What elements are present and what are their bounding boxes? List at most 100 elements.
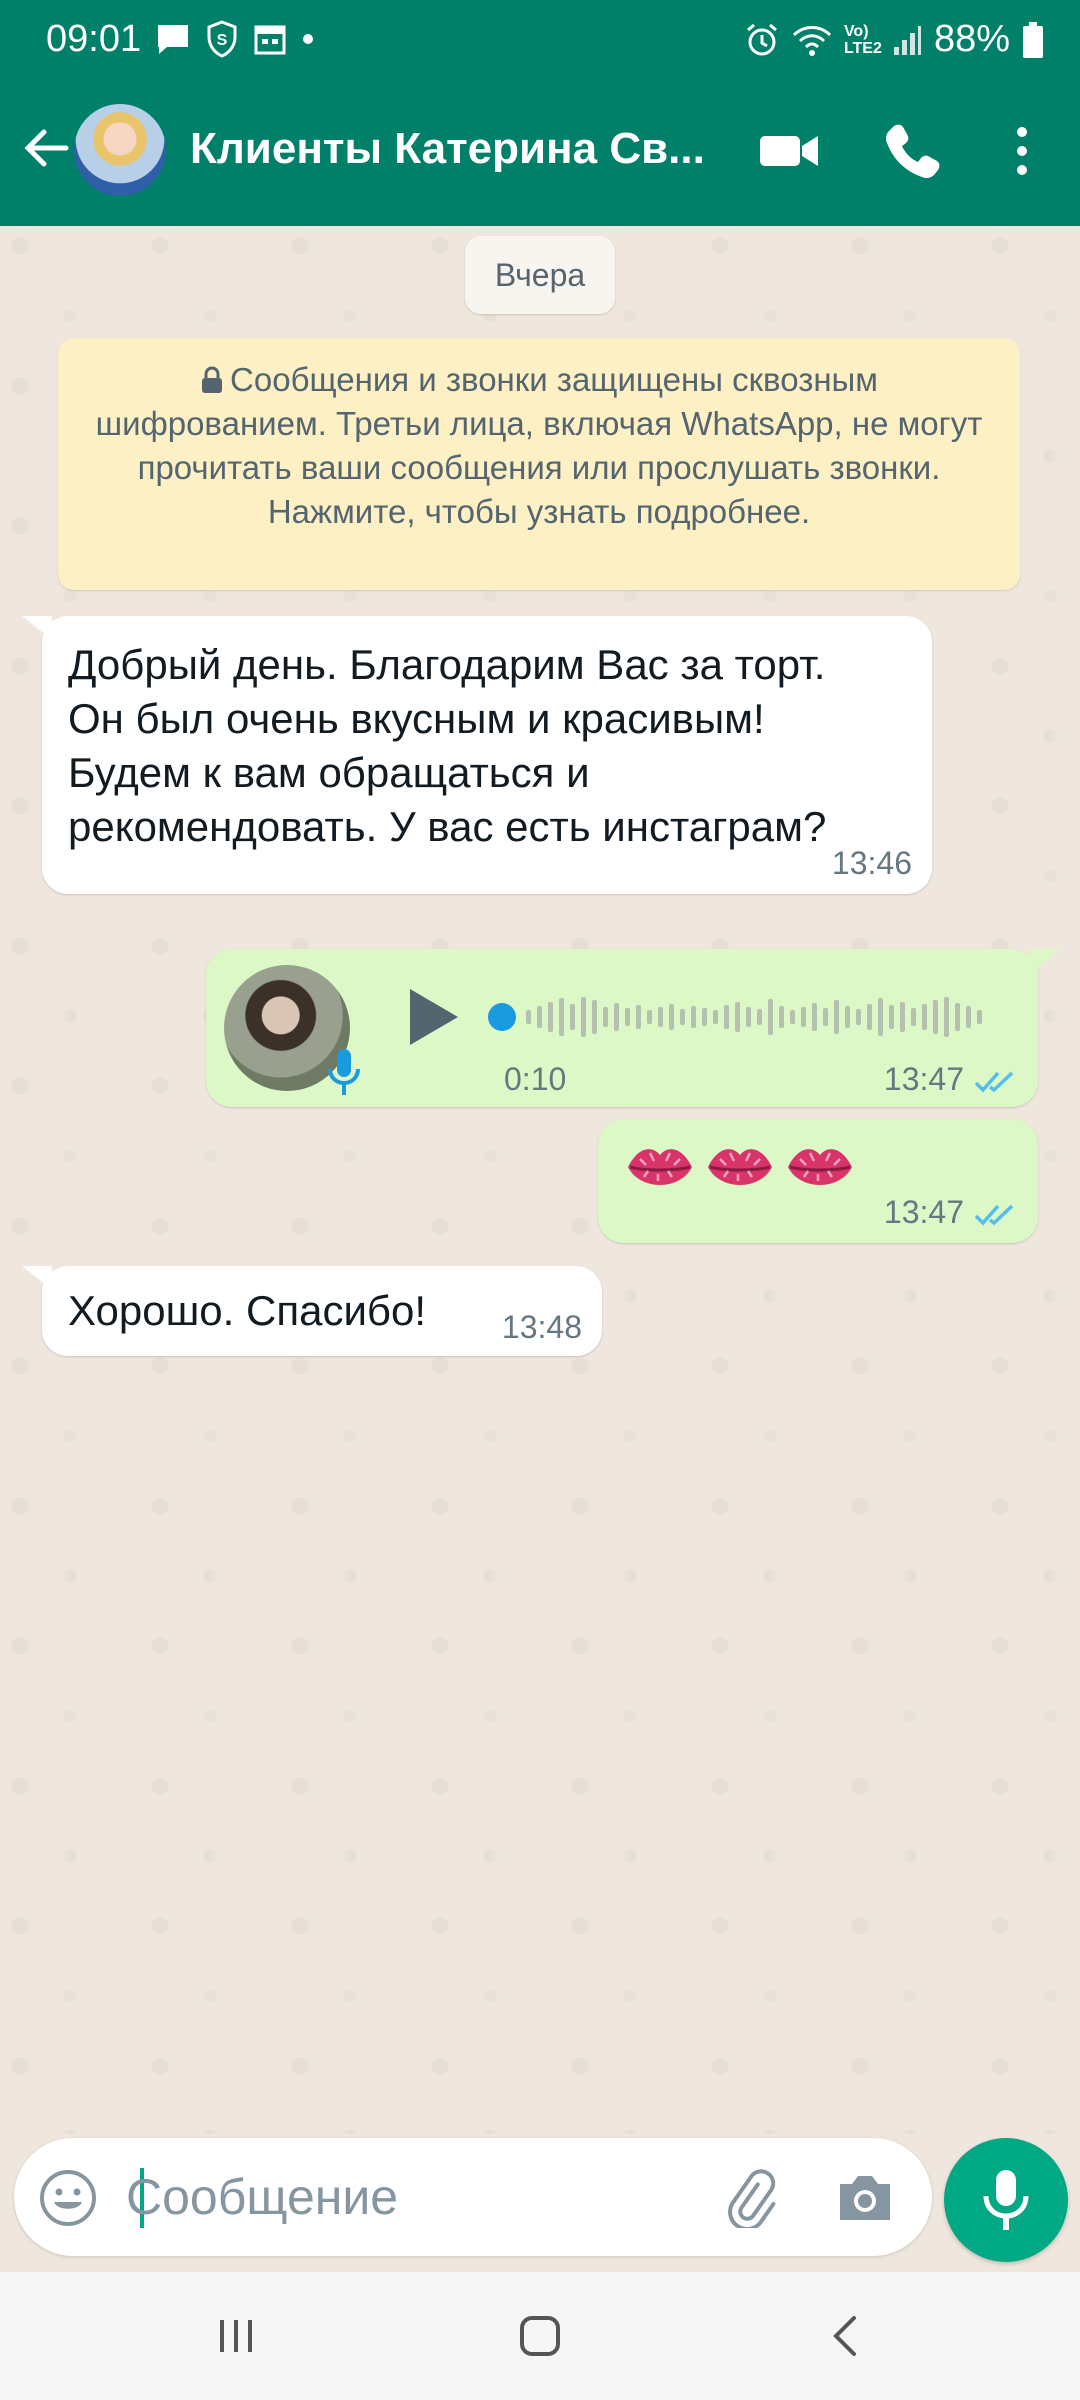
status-right-icons: Vo) LTE2 88% — [744, 18, 1044, 61]
play-icon[interactable] — [402, 985, 462, 1049]
waveform-bar — [526, 1010, 531, 1024]
waveform-bar — [823, 1008, 828, 1026]
message-meta: 13:47 — [884, 1061, 1018, 1098]
message-time: 13:47 — [883, 1061, 964, 1097]
waveform-bar — [559, 998, 564, 1036]
recent-apps-icon[interactable] — [214, 2316, 258, 2356]
status-bar: 09:01 S Vo) LTE2 88% — [0, 0, 1080, 80]
bubble-tail-in — [22, 1266, 52, 1290]
attach-icon[interactable] — [720, 2168, 780, 2228]
waveform-bar — [647, 1010, 652, 1024]
wifi-icon — [792, 25, 831, 56]
status-left-icons: S — [155, 20, 315, 58]
waveform-bar — [845, 1006, 850, 1028]
kiss-lips-icon — [788, 1149, 852, 1185]
waveform-bar — [713, 1010, 718, 1024]
waveform-bar — [768, 999, 773, 1035]
contact-name[interactable]: Клиенты Катерина Св... — [190, 124, 710, 174]
emoji-row — [624, 1139, 856, 1199]
waveform-bar — [570, 1004, 575, 1030]
message-text: Хорошо. Спасибо! — [68, 1287, 426, 1334]
encryption-notice[interactable]: Сообщения и звонки защищены сквозным шиф… — [58, 338, 1020, 590]
waveform-bar — [757, 1009, 762, 1025]
waveform[interactable] — [486, 989, 1006, 1045]
message-text: Добрый день. Благодарим Вас за торт. Он … — [68, 641, 827, 850]
encryption-notice-text: Сообщения и звонки защищены сквозным шиф… — [95, 361, 983, 530]
incoming-message[interactable]: Хорошо. Спасибо! 13:48 — [42, 1266, 602, 1356]
voice-message[interactable]: 0:10 13:47 — [206, 949, 1038, 1107]
message-time: 13:48 — [501, 1309, 582, 1345]
waveform-bar — [680, 1009, 685, 1025]
emoji-icon[interactable] — [38, 2168, 98, 2228]
waveform-bar — [944, 997, 949, 1037]
top-bar: 09:01 S Vo) LTE2 88% Клиенты Катерина Св… — [0, 0, 1080, 226]
waveform-bar — [592, 1000, 597, 1034]
waveform-bar — [724, 1005, 729, 1029]
waveform-bar — [977, 1010, 982, 1024]
voice-record-button[interactable] — [944, 2138, 1068, 2262]
waveform-bar — [900, 1002, 905, 1032]
waveform-bar — [856, 1009, 861, 1025]
date-separator: Вчера — [465, 236, 615, 314]
waveform-bar — [702, 1008, 707, 1026]
chat-area[interactable]: Вчера Сообщения и звонки защищены сквозн… — [0, 226, 1080, 2134]
battery-icon — [1023, 21, 1043, 58]
phone-call-icon[interactable] — [880, 118, 946, 184]
message-input[interactable]: Сообщение — [126, 2168, 398, 2226]
emoji-message[interactable]: 13:47 — [598, 1119, 1038, 1243]
calendar-icon — [254, 25, 286, 55]
shield-s-icon: S — [207, 20, 237, 58]
more-vert-icon[interactable] — [1002, 118, 1068, 184]
mic-badge-icon — [328, 1049, 360, 1095]
waveform-bar — [779, 1006, 784, 1028]
waveform-bar — [922, 1004, 927, 1030]
kiss-lips-icon — [708, 1149, 772, 1185]
status-time: 09:01 — [46, 18, 142, 60]
back-arrow-icon[interactable] — [18, 120, 74, 176]
waveform-bar — [581, 997, 586, 1037]
system-nav-bar — [0, 2272, 1080, 2400]
signal-icon — [893, 25, 921, 55]
message-time: 13:47 — [883, 1194, 964, 1230]
waveform-bar — [691, 1006, 696, 1028]
camera-icon[interactable] — [834, 2168, 896, 2228]
home-icon[interactable] — [516, 2312, 564, 2360]
message-meta: 13:47 — [884, 1194, 1018, 1231]
waveform-bar — [636, 1005, 641, 1029]
message-composer[interactable]: Сообщение — [14, 2138, 932, 2256]
dot-icon — [303, 34, 313, 44]
waveform-bar — [603, 1007, 608, 1027]
network-label: Vo) LTE2 — [843, 22, 882, 57]
waveform-bar — [746, 1007, 751, 1027]
alarm-icon — [746, 23, 777, 55]
incoming-message[interactable]: Добрый день. Благодарим Вас за торт. Он … — [42, 616, 932, 894]
app-bar: Клиенты Катерина Св... — [0, 80, 1080, 226]
waveform-bar — [812, 1003, 817, 1031]
waveform-bar — [614, 1003, 619, 1031]
waveform-bar — [669, 1004, 674, 1030]
waveform-bar — [658, 1007, 663, 1027]
read-ticks-icon — [974, 1204, 1014, 1226]
back-nav-icon[interactable] — [826, 2314, 866, 2358]
waveform-bar — [933, 1000, 938, 1034]
svg-text:S: S — [217, 32, 228, 49]
bubble-tail-in — [22, 616, 52, 640]
waveform-bar — [878, 998, 883, 1036]
kiss-lips-icon — [628, 1149, 692, 1185]
contact-avatar[interactable] — [74, 104, 166, 196]
waveform-bar — [537, 1006, 542, 1028]
message-icon — [158, 25, 188, 54]
waveform-bar — [548, 1002, 553, 1032]
waveform-bar — [735, 1002, 740, 1032]
battery-percent: 88% — [933, 18, 1010, 60]
video-call-icon[interactable] — [756, 118, 822, 184]
waveform-bar — [801, 1007, 806, 1027]
lock-icon — [202, 366, 223, 393]
bubble-tail-out — [1030, 949, 1060, 973]
waveform-bar — [955, 1003, 960, 1031]
waveform-bar — [867, 1004, 872, 1030]
waveform-bar — [889, 1005, 894, 1029]
waveform-bar — [625, 1008, 630, 1026]
message-time: 13:46 — [831, 845, 912, 881]
read-ticks-icon — [974, 1071, 1014, 1093]
